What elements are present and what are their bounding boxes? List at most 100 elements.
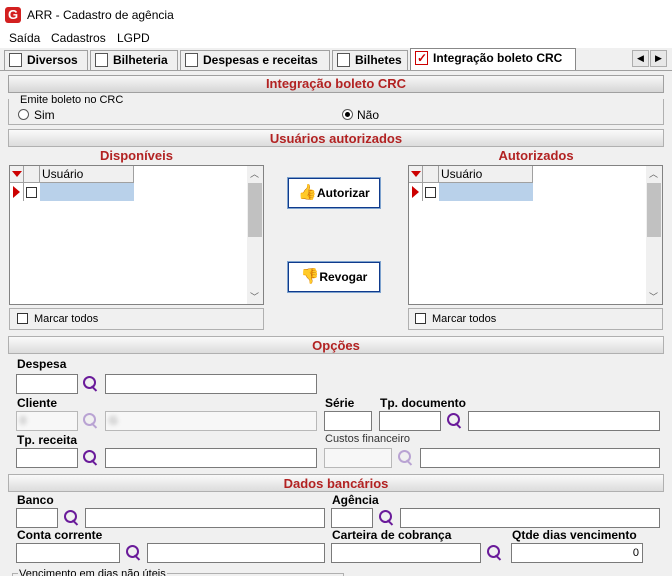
notebook-icon [337, 53, 350, 67]
grid-indicator-header [10, 166, 24, 183]
document-icon [9, 53, 22, 67]
scroll-thumb[interactable] [647, 183, 661, 237]
tab-bilheteria[interactable]: Bilheteria [90, 50, 178, 70]
vencimento-legend: Vencimento em dias não úteis [18, 568, 167, 576]
cliente-label: Cliente [17, 396, 58, 410]
scroll-up-icon[interactable]: ︿ [649, 167, 658, 180]
cliente-code-value: 0 [20, 415, 27, 427]
tp-documento-search-icon[interactable] [445, 412, 463, 430]
app-logo-icon: G [5, 7, 21, 23]
disponiveis-marcar-todos-label: Marcar todos [34, 313, 99, 325]
menu-saida[interactable]: Saída [9, 31, 40, 45]
row-checkbox[interactable] [26, 187, 37, 198]
cliente-search-icon[interactable] [81, 412, 99, 430]
disponiveis-title: Disponíveis [8, 147, 265, 165]
autorizar-label: Autorizar [317, 186, 370, 200]
row-indicator [409, 183, 423, 201]
usuarios-autorizados-header: Usuários autorizados [8, 129, 664, 147]
current-row-arrow-icon [412, 186, 419, 198]
checkbox-checked-icon [415, 49, 428, 67]
autorizados-marcar-todos-checkbox[interactable] [415, 313, 426, 324]
panel-title: Integração boleto CRC [8, 75, 664, 93]
autorizar-button[interactable]: 👍Autorizar [288, 178, 380, 208]
custos-financeiro-label: Custos financeiro [325, 433, 410, 445]
serie-label: Série [325, 396, 355, 410]
radio-nao-label: Não [357, 108, 380, 122]
autorizados-marcar-todos-label: Marcar todos [432, 313, 497, 325]
tab-bilhetes[interactable]: Bilhetes [332, 50, 408, 70]
conta-corrente-label: Conta corrente [17, 528, 103, 542]
scroll-down-icon[interactable]: ﹀ [250, 290, 259, 303]
despesa-code-input[interactable] [16, 374, 78, 394]
radio-sim[interactable] [18, 109, 29, 120]
scroll-down-icon[interactable]: ﹀ [649, 290, 658, 303]
tab-label: Bilheteria [113, 53, 168, 67]
qtde-dias-vencimento-input[interactable]: 0 [511, 543, 643, 563]
tab-integracao-boleto-crc[interactable]: Integração boleto CRC [410, 48, 576, 70]
carteira-cobranca-input[interactable] [331, 543, 481, 563]
disponiveis-marcar-todos-checkbox[interactable] [17, 313, 28, 324]
autorizados-grid[interactable]: Usuário ︿ ﹀ [408, 165, 663, 305]
agencia-search-icon[interactable] [377, 509, 395, 527]
tab-label: Bilhetes [355, 53, 402, 67]
thumbs-up-icon: 👍 [298, 184, 317, 201]
tp-receita-name-input[interactable] [105, 448, 317, 468]
autorizados-title: Autorizados [408, 147, 664, 165]
table-row[interactable] [40, 183, 134, 201]
tab-label: Integração boleto CRC [433, 51, 563, 65]
tab-diversos[interactable]: Diversos [4, 50, 88, 70]
tp-receita-code-input[interactable] [16, 448, 78, 468]
tab-scroll-right-button[interactable]: ▶ [650, 50, 667, 67]
banco-name-input[interactable] [85, 508, 325, 528]
carteira-cobranca-search-icon[interactable] [485, 544, 503, 562]
radio-nao[interactable] [342, 109, 353, 120]
agencia-code-input[interactable] [331, 508, 373, 528]
tab-strip: Diversos Bilheteria Despesas e receitas … [0, 48, 672, 71]
conta-corrente-name-input[interactable] [147, 543, 325, 563]
custos-financeiro-search-icon[interactable] [396, 449, 414, 467]
cliente-name-input[interactable]: G [105, 411, 317, 431]
scroll-thumb[interactable] [248, 183, 262, 237]
current-row-arrow-icon [13, 186, 20, 198]
scroll-up-icon[interactable]: ︿ [250, 167, 259, 180]
agencia-name-input[interactable] [400, 508, 660, 528]
document-edit-icon [185, 53, 198, 67]
qtde-dias-vencimento-label: Qtde dias vencimento [512, 528, 637, 542]
disponiveis-scrollbar[interactable]: ︿ ﹀ [247, 166, 263, 304]
banco-search-icon[interactable] [62, 509, 80, 527]
banco-code-input[interactable] [16, 508, 58, 528]
autorizados-scrollbar[interactable]: ︿ ﹀ [646, 166, 662, 304]
disponiveis-column-usuario: Usuário [40, 166, 134, 183]
custos-financeiro-name-input[interactable] [420, 448, 660, 468]
conta-corrente-search-icon[interactable] [124, 544, 142, 562]
table-row[interactable] [439, 183, 533, 201]
tp-receita-search-icon[interactable] [81, 449, 99, 467]
despesa-name-input[interactable] [105, 374, 317, 394]
revogar-button[interactable]: 👎Revogar [288, 262, 380, 292]
window-title: ARR - Cadastro de agência [27, 8, 174, 22]
tab-scroll-left-button[interactable]: ◀ [632, 50, 649, 67]
tp-receita-label: Tp. receita [17, 433, 78, 447]
conta-corrente-code-input[interactable] [16, 543, 120, 563]
despesa-search-icon[interactable] [81, 375, 99, 393]
tp-documento-name-input[interactable] [468, 411, 660, 431]
tp-documento-code-input[interactable] [379, 411, 441, 431]
radio-sim-label: Sim [34, 108, 55, 122]
revogar-label: Revogar [319, 270, 368, 284]
disponiveis-grid[interactable]: Usuário ︿ ﹀ [9, 165, 264, 305]
menu-lgpd[interactable]: LGPD [117, 31, 150, 45]
autorizados-column-usuario: Usuário [439, 166, 533, 183]
row-checkbox[interactable] [425, 187, 436, 198]
dados-bancarios-header: Dados bancários [8, 474, 664, 492]
tp-documento-label: Tp. documento [380, 396, 466, 410]
custos-financeiro-code-input[interactable] [324, 448, 392, 468]
menu-cadastros[interactable]: Cadastros [51, 31, 106, 45]
cliente-code-input[interactable]: 0 [16, 411, 78, 431]
tab-despesas-receitas[interactable]: Despesas e receitas [180, 50, 330, 70]
serie-input[interactable] [324, 411, 372, 431]
thumbs-down-icon: 👎 [300, 268, 320, 285]
agencia-label: Agência [332, 493, 379, 507]
tab-scroll-arrows: ◀ ▶ [632, 50, 668, 68]
cliente-name-value: G [109, 415, 118, 427]
opcoes-header: Opções [8, 336, 664, 354]
